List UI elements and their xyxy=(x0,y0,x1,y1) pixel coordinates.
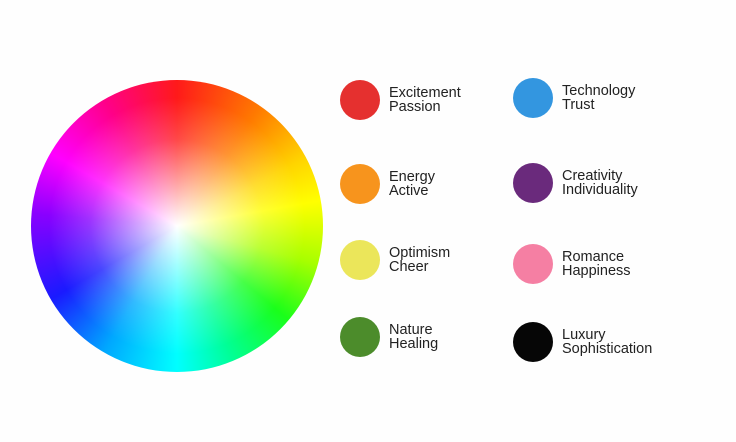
legend-label-line1: Nature xyxy=(389,322,433,338)
legend-label-line2: Sophistication xyxy=(562,341,653,357)
black-swatch xyxy=(513,322,553,362)
legend-label: Creativity Individuality xyxy=(562,168,638,198)
green-swatch xyxy=(340,317,380,357)
legend-label: Excitement Passion xyxy=(389,85,461,115)
red-swatch xyxy=(340,80,380,120)
legend-item-romance: Romance Happiness xyxy=(513,242,631,286)
legend-item-excitement: Excitement Passion xyxy=(340,78,461,122)
orange-swatch xyxy=(340,164,380,204)
legend-item-optimism: Optimism Cheer xyxy=(340,238,450,282)
legend-label-line2: Happiness xyxy=(562,263,631,279)
legend-label-line1: Romance xyxy=(562,249,625,265)
legend-label-line2: Cheer xyxy=(389,259,429,275)
legend-label-line1: Optimism xyxy=(389,245,451,261)
legend-label-line1: Excitement xyxy=(389,85,461,101)
legend-label-line2: Healing xyxy=(389,336,439,352)
legend-item-technology: Technology Trust xyxy=(513,76,635,120)
legend-label: Technology Trust xyxy=(562,83,636,113)
legend-label-line2: Trust xyxy=(562,97,595,113)
legend-label-line1: Technology xyxy=(562,83,636,99)
pink-swatch xyxy=(513,244,553,284)
yellow-swatch xyxy=(340,240,380,280)
legend-label: Romance Happiness xyxy=(562,249,631,279)
legend-label-line2: Passion xyxy=(389,99,441,115)
legend-item-creativity: Creativity Individuality xyxy=(513,161,638,205)
legend-label-line2: Active xyxy=(389,183,429,199)
legend-item-nature: Nature Healing xyxy=(340,315,438,359)
legend-label-line1: Creativity xyxy=(562,168,623,184)
legend-label-line2: Individuality xyxy=(562,182,638,198)
legend-item-energy: Energy Active xyxy=(340,162,435,206)
legend-label-line1: Luxury xyxy=(562,327,606,343)
legend-label: Luxury Sophistication xyxy=(562,327,653,357)
blue-swatch xyxy=(513,78,553,118)
legend-label-line1: Energy xyxy=(389,169,435,185)
purple-swatch xyxy=(513,163,553,203)
legend-label: Optimism Cheer xyxy=(389,245,451,275)
legend-label: Energy Active xyxy=(389,169,435,199)
legend-label: Nature Healing xyxy=(389,322,439,352)
color-wheel xyxy=(31,80,323,372)
legend-item-luxury: Luxury Sophistication xyxy=(513,320,652,364)
